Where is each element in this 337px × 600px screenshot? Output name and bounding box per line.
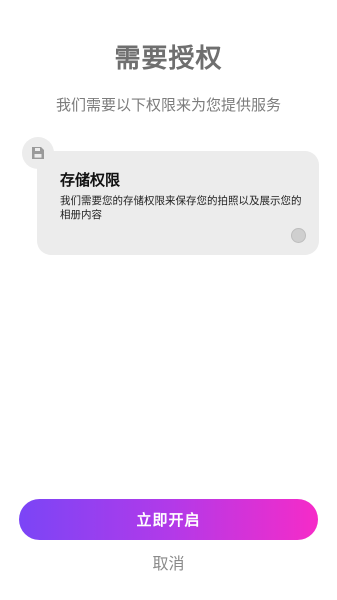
permission-page: 需要授权 我们需要以下权限来为您提供服务 存储权限 我们需要您的存储权限来保存您… <box>0 0 337 600</box>
permission-description: 我们需要您的存储权限来保存您的拍照以及展示您的相册内容 <box>60 195 302 221</box>
enable-now-button[interactable]: 立即开启 <box>19 499 318 540</box>
permission-title: 存储权限 <box>60 171 121 189</box>
cancel-button[interactable]: 取消 <box>0 550 337 574</box>
storage-permission-card[interactable]: 存储权限 我们需要您的存储权限来保存您的拍照以及展示您的相册内容 <box>37 151 319 255</box>
page-subtitle: 我们需要以下权限来为您提供服务 <box>55 96 281 114</box>
permission-radio[interactable] <box>291 228 306 243</box>
save-icon <box>22 137 54 169</box>
page-title: 需要授权 <box>114 44 223 74</box>
save-icon-graphic <box>32 147 44 159</box>
